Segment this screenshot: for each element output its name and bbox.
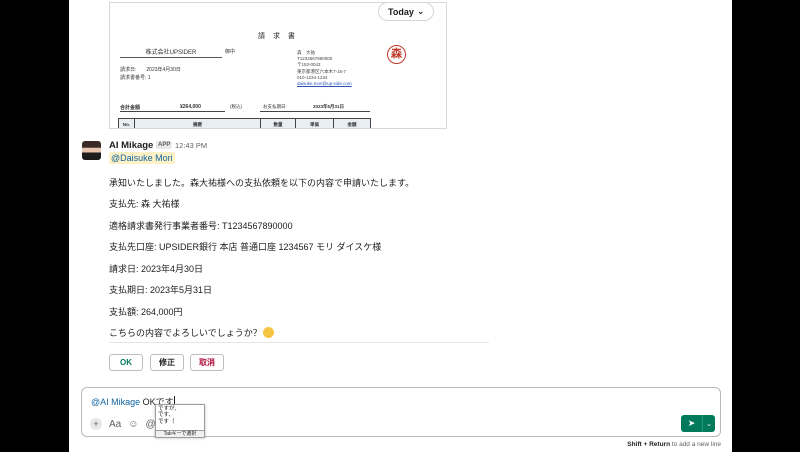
edit-button[interactable]: 修正 xyxy=(150,354,184,371)
cancel-button[interactable]: 取消 xyxy=(190,354,224,371)
invoice-date: 請求日: 2023年4月30日 xyxy=(120,67,181,73)
message-line-last: こちらの内容でよろしいでしょうか？ xyxy=(109,326,274,339)
emoji-icon[interactable]: ☺ xyxy=(128,419,138,430)
invoice-image-preview[interactable]: 請 求 書 株式会社UPSIDER 御中 請求日: 2023年4月30日 請求書… xyxy=(109,2,447,129)
invoice-number: 請求書番号: 1 xyxy=(120,75,151,81)
send-icon[interactable]: ➤ xyxy=(681,415,703,432)
smile-emoji-icon xyxy=(262,327,274,338)
message-line: 承知いたしました。森大祐様への支払依頼を以下の内容で申請いたします。 xyxy=(109,178,415,188)
invoice-title: 請 求 書 xyxy=(258,33,298,40)
invoice-issuer: 森 大祐 T1234567890000 〒153-0042 東京都港区六本木7-… xyxy=(297,50,352,87)
composer-mention: @AI Mikage xyxy=(91,397,141,407)
today-label: Today xyxy=(388,6,414,17)
invoice-table-header: No. 摘要 数量 単価 金額 xyxy=(118,118,371,128)
user-mention[interactable]: @Daisuke Mori xyxy=(109,152,175,164)
message-question: こちらの内容でよろしいでしょうか？ xyxy=(109,328,262,338)
plus-icon[interactable]: + xyxy=(90,418,102,430)
avatar[interactable] xyxy=(82,141,101,160)
sender-name[interactable]: AI Mikage xyxy=(109,140,153,151)
message-line: 請求日: 2023年4月30日 xyxy=(109,264,204,274)
composer-text: OK xyxy=(140,397,156,407)
invoice-amount: ¥264,000 xyxy=(180,104,201,110)
date-divider-today-button[interactable]: Today ⌄ xyxy=(378,2,435,21)
message-line: 適格請求書発行事業者番号: T1234567890000 xyxy=(109,221,293,231)
column-unit-price: 単価 xyxy=(296,119,334,128)
ok-button[interactable]: OK xyxy=(109,354,143,371)
message-line: 支払先: 森 大祐様 xyxy=(109,199,180,209)
invoice-due-label: お支払期日: xyxy=(263,104,287,109)
hint-key: Shift + Return xyxy=(627,441,671,448)
hint-text: to add a new line xyxy=(670,441,721,448)
column-amount: 金額 xyxy=(347,122,357,127)
ime-candidate[interactable]: です（ xyxy=(158,419,202,425)
invoice-tax-note: (税込) xyxy=(230,104,242,109)
message-line: 支払額: 264,000円 xyxy=(109,307,183,317)
issuer-email: daisuke.mori@up-side.com xyxy=(297,81,352,87)
column-description: 摘要 xyxy=(135,119,261,128)
app-badge: APP xyxy=(156,141,173,149)
chevron-down-icon[interactable]: ⌄ xyxy=(703,415,715,432)
column-quantity: 数量 xyxy=(261,119,296,128)
newline-hint: Shift + Return to add a new line xyxy=(627,441,721,448)
invoice-honorific: 御中 xyxy=(225,49,236,55)
send-button-group: ➤ ⌄ xyxy=(681,415,715,432)
invoice-company: 株式会社UPSIDER xyxy=(120,47,222,58)
seal-stamp-icon: 森 xyxy=(387,45,406,64)
invoice-amount-label: 合計金額 xyxy=(120,105,141,111)
invoice-due-date: 2023年5月31日 xyxy=(313,104,345,109)
slack-channel-view: 請 求 書 株式会社UPSIDER 御中 請求日: 2023年4月30日 請求書… xyxy=(69,0,732,452)
divider xyxy=(109,342,489,343)
invoice-rule xyxy=(120,111,225,112)
message-line: 支払期日: 2023年5月31日 xyxy=(109,285,213,295)
composer-toolbar: + Aa ☺ @ xyxy=(90,418,156,430)
issuer-address: 東京都港区六本木7-15-7 xyxy=(297,68,347,74)
column-no: No. xyxy=(119,119,135,128)
ime-hint: Tabキーで選択 xyxy=(155,430,205,438)
chevron-down-icon: ⌄ xyxy=(416,6,425,16)
invoice-rule xyxy=(260,111,370,112)
message-line: 支払先口座: UPSIDER銀行 本店 普通口座 1234567 モリ ダイスケ… xyxy=(109,242,382,252)
format-text-icon[interactable]: Aa xyxy=(109,419,121,430)
message-timestamp[interactable]: 12:43 PM xyxy=(175,141,207,150)
